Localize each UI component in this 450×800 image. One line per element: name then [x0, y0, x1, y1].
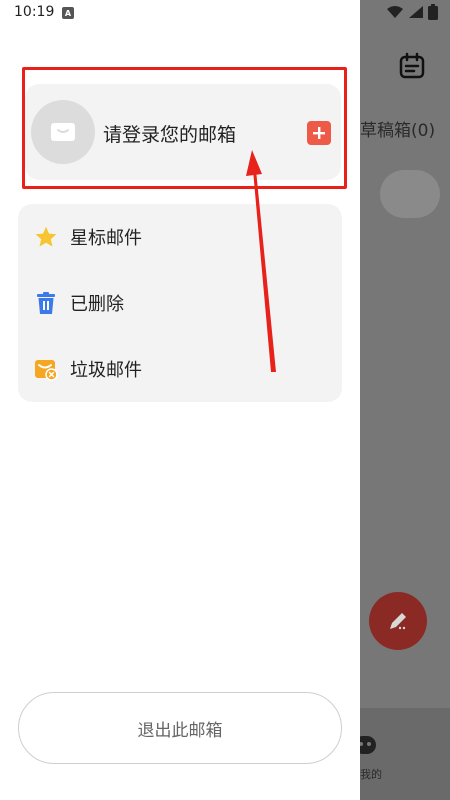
folder-label: 垃圾邮件 [70, 360, 142, 381]
profile-tab-label: 我的 [360, 768, 382, 781]
folder-item-spam[interactable]: 垃圾邮件 [18, 341, 342, 397]
avatar [31, 100, 95, 164]
trash-icon [37, 292, 55, 314]
status-time: 10:19 [14, 4, 55, 20]
login-prompt: 请登录您的邮箱 [103, 124, 237, 146]
navigation-drawer: 10:19 A 请登录您的邮箱 星标邮件 已删除 垃圾邮件 退出此邮箱 [0, 0, 360, 800]
drafts-folder-label: 草稿箱(0) [360, 121, 436, 141]
compose-button[interactable] [369, 592, 427, 650]
signal-icon [409, 6, 423, 18]
logout-button[interactable]: 退出此邮箱 [18, 692, 342, 764]
add-account-button[interactable] [307, 121, 331, 145]
login-card[interactable]: 请登录您的邮箱 [25, 84, 341, 180]
background-search-pill [380, 170, 440, 218]
calendar-icon[interactable] [398, 52, 426, 80]
status-icons [386, 4, 438, 20]
folder-label: 星标邮件 [70, 228, 142, 249]
mail-icon [51, 123, 75, 141]
folder-item-starred[interactable]: 星标邮件 [18, 209, 342, 265]
spam-icon [35, 360, 58, 381]
battery-icon [428, 4, 438, 20]
pencil-icon [390, 613, 406, 630]
folder-item-deleted[interactable]: 已删除 [18, 275, 342, 331]
notification-icon: A [62, 7, 74, 19]
wifi-icon [387, 6, 403, 18]
logout-label: 退出此邮箱 [137, 720, 223, 741]
folder-label: 已删除 [70, 294, 124, 315]
folder-list: 星标邮件 已删除 垃圾邮件 [18, 204, 342, 402]
plus-icon [313, 127, 325, 139]
star-icon [35, 226, 57, 247]
